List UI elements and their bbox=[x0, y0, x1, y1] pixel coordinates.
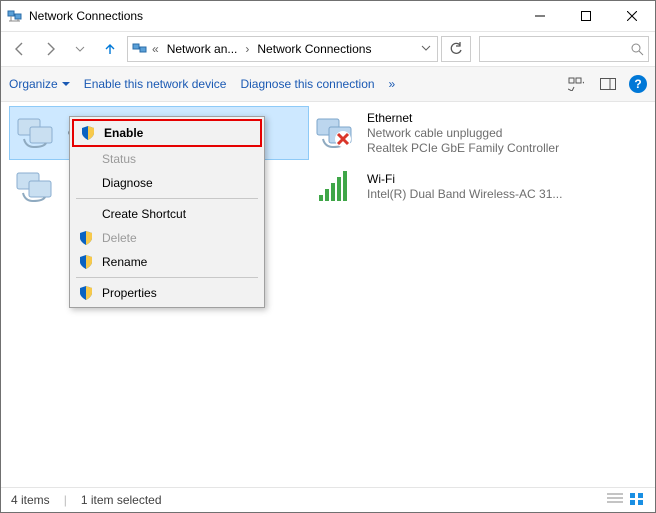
content-area: Cisco AnyConnect Secure Mobility Etherne… bbox=[1, 102, 655, 487]
ctx-status: Status bbox=[72, 147, 262, 171]
item-count: 4 items bbox=[11, 493, 50, 507]
separator bbox=[76, 277, 258, 278]
close-button[interactable] bbox=[609, 1, 655, 31]
window-title: Network Connections bbox=[29, 9, 143, 23]
ctx-rename[interactable]: Rename bbox=[72, 250, 262, 274]
overflow-button[interactable]: » bbox=[389, 77, 396, 91]
shield-icon bbox=[78, 285, 94, 301]
view-large-icon[interactable] bbox=[629, 492, 645, 509]
search-icon bbox=[630, 42, 644, 56]
ctx-diagnose[interactable]: Diagnose bbox=[72, 171, 262, 195]
context-menu: Enable Status Diagnose Create Shortcut D… bbox=[69, 116, 265, 308]
ctx-enable[interactable]: Enable bbox=[72, 119, 262, 147]
location-icon bbox=[132, 41, 148, 57]
address-bar: « Network an... › Network Connections bbox=[1, 31, 655, 67]
diagnose-button[interactable]: Diagnose this connection bbox=[240, 77, 374, 91]
organize-menu[interactable]: Organize bbox=[9, 77, 70, 91]
recent-dropdown[interactable] bbox=[67, 36, 93, 62]
shield-icon bbox=[78, 254, 94, 270]
command-bar: Organize Enable this network device Diag… bbox=[1, 67, 655, 102]
breadcrumb-current[interactable]: Network Connections bbox=[251, 42, 377, 56]
ctx-shortcut[interactable]: Create Shortcut bbox=[72, 202, 262, 226]
search-input[interactable] bbox=[479, 36, 649, 62]
view-options-button[interactable] bbox=[565, 74, 587, 94]
preview-pane-button[interactable] bbox=[597, 74, 619, 94]
help-button[interactable]: ? bbox=[629, 75, 647, 93]
separator bbox=[76, 198, 258, 199]
adapter-ethernet[interactable]: Ethernet Network cable unplugged Realtek… bbox=[309, 106, 609, 160]
titlebar: Network Connections bbox=[1, 1, 655, 31]
network-connections-window: Network Connections « Network an... › Ne… bbox=[0, 0, 656, 513]
app-icon bbox=[7, 8, 23, 24]
maximize-button[interactable] bbox=[563, 1, 609, 31]
shield-icon bbox=[80, 125, 96, 141]
refresh-button[interactable] bbox=[441, 36, 471, 62]
adapter-icon bbox=[13, 167, 61, 207]
ctx-delete: Delete bbox=[72, 226, 262, 250]
back-button[interactable] bbox=[7, 36, 33, 62]
chevron-left-icon: « bbox=[150, 42, 161, 56]
wifi-icon bbox=[313, 167, 361, 207]
selection-count: 1 item selected bbox=[81, 493, 162, 507]
up-button[interactable] bbox=[97, 36, 123, 62]
shield-icon bbox=[78, 230, 94, 246]
status-bar: 4 items | 1 item selected bbox=[1, 487, 655, 512]
address-dropdown[interactable] bbox=[417, 42, 435, 56]
breadcrumb[interactable]: « Network an... › Network Connections bbox=[127, 36, 438, 62]
adapter-icon bbox=[313, 113, 361, 153]
minimize-button[interactable] bbox=[517, 1, 563, 31]
chevron-right-icon: › bbox=[243, 42, 251, 56]
adapter-name: Wi-Fi bbox=[367, 172, 562, 187]
enable-device-button[interactable]: Enable this network device bbox=[84, 77, 227, 91]
adapter-status: Network cable unplugged bbox=[367, 126, 559, 141]
adapter-icon bbox=[14, 113, 62, 153]
ctx-properties[interactable]: Properties bbox=[72, 281, 262, 305]
adapter-name: Ethernet bbox=[367, 111, 559, 126]
breadcrumb-parent[interactable]: Network an... bbox=[161, 42, 244, 56]
forward-button[interactable] bbox=[37, 36, 63, 62]
view-details-icon[interactable] bbox=[607, 492, 623, 509]
adapter-device: Realtek PCIe GbE Family Controller bbox=[367, 141, 559, 156]
adapter-wifi[interactable]: Wi-Fi Intel(R) Dual Band Wireless-AC 31.… bbox=[309, 160, 609, 214]
adapter-device: Intel(R) Dual Band Wireless-AC 31... bbox=[367, 187, 562, 202]
